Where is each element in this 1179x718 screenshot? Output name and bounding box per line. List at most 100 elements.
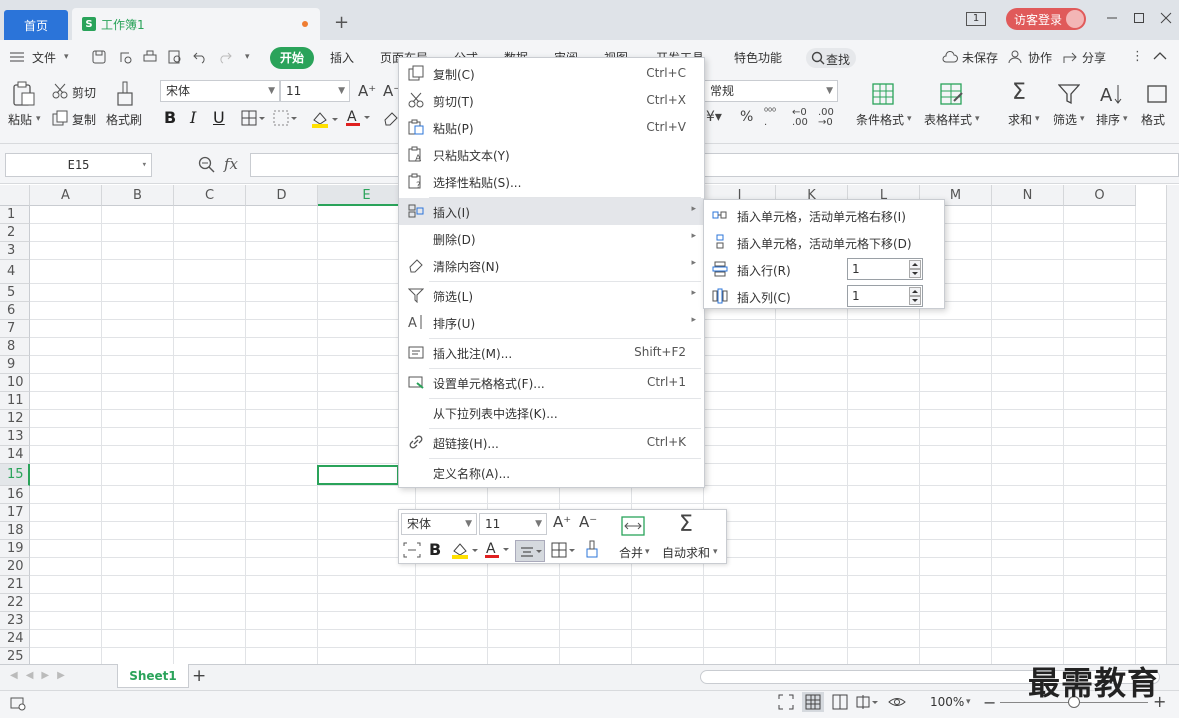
column-header-d[interactable]: D [246, 185, 318, 206]
font-color-icon[interactable]: A [346, 108, 374, 128]
menu-item-clear[interactable]: 清除内容(N) ▸ [399, 252, 704, 279]
menu-file[interactable]: 文件 [32, 49, 56, 66]
sheet-tab-sheet1[interactable]: Sheet1 [117, 664, 189, 688]
fill-color-icon[interactable] [451, 541, 479, 559]
minimize-icon[interactable] [1106, 10, 1118, 24]
save-icon[interactable] [92, 50, 106, 64]
row-header-13[interactable]: 13 [0, 428, 30, 446]
column-header-c[interactable]: C [174, 185, 246, 206]
menu-item-copy[interactable]: 复制(C) Ctrl+C [399, 60, 704, 87]
copy-button[interactable]: 复制 [72, 111, 96, 128]
quick-access-dropdown-icon[interactable]: ▾ [245, 52, 250, 62]
page-layout-icon[interactable] [832, 694, 848, 710]
menu-item-filter[interactable]: 筛选(L) ▸ [399, 282, 704, 309]
share-button[interactable]: 分享 [1082, 49, 1106, 66]
menu-start[interactable]: 开始 [270, 47, 314, 69]
number-format-select[interactable]: 常规 ▼ [704, 80, 838, 102]
row-header-15[interactable]: 15 [0, 464, 30, 486]
menu-item-format-cells[interactable]: 设置单元格格式(F)... Ctrl+1 [399, 369, 704, 396]
table-style-button[interactable]: 表格样式 [924, 111, 972, 128]
border-icon[interactable] [551, 542, 575, 558]
row-header-17[interactable]: 17 [0, 504, 30, 522]
window-count-icon[interactable]: 1 [966, 12, 986, 26]
decrease-decimal-icon[interactable]: .00 →0 [818, 108, 834, 128]
spin-buttons-icon[interactable] [909, 260, 921, 278]
select-all-corner[interactable] [0, 185, 30, 206]
tab-workbook[interactable]: S 工作簿1 [72, 8, 320, 40]
column-header-a[interactable]: A [30, 185, 102, 206]
conditional-format-button[interactable]: 条件格式 [856, 111, 904, 128]
row-header-4[interactable]: 4 [0, 260, 30, 284]
row-header-23[interactable]: 23 [0, 612, 30, 630]
menu-item-delete[interactable]: 删除(D) ▸ [399, 225, 704, 252]
format-button[interactable]: 格式 [1141, 111, 1165, 128]
menu-item-paste-special[interactable]: ? 选择性粘贴(S)... [399, 168, 704, 195]
align-center-icon[interactable] [515, 540, 545, 562]
undo-icon[interactable] [193, 50, 207, 64]
print-icon[interactable] [143, 50, 157, 64]
thousands-icon[interactable]: ⁰⁰⁰. [764, 108, 776, 128]
row-header-1[interactable]: 1 [0, 206, 30, 224]
macro-icon[interactable] [10, 695, 26, 711]
guest-login-button[interactable]: 访客登录 [1006, 8, 1086, 30]
row-header-22[interactable]: 22 [0, 594, 30, 612]
paste-button[interactable]: 粘贴 [8, 111, 32, 128]
row-header-25[interactable]: 25 [0, 648, 30, 664]
font-grow-icon[interactable]: A⁺ [358, 82, 376, 100]
menu-item-cut[interactable]: 剪切(T) Ctrl+X [399, 87, 704, 114]
row-header-21[interactable]: 21 [0, 576, 30, 594]
autosum-button[interactable]: 自动求和 [662, 544, 710, 561]
vertical-scrollbar[interactable] [1166, 185, 1179, 664]
close-icon[interactable] [1160, 10, 1172, 24]
print-preview-icon[interactable] [168, 50, 182, 64]
insert-col-count-input[interactable]: 1 [847, 285, 923, 307]
row-header-7[interactable]: 7 [0, 320, 30, 338]
font-grow-icon[interactable]: A⁺ [553, 513, 571, 531]
menu-item-sort[interactable]: A 排序(U) ▸ [399, 309, 704, 336]
menu-item-paste[interactable]: 粘贴(P) Ctrl+V [399, 114, 704, 141]
fullscreen-icon[interactable] [778, 694, 794, 710]
more-icon[interactable]: ⋮ [1131, 49, 1144, 64]
collapse-ribbon-icon[interactable] [1153, 50, 1167, 62]
menu-item-define-name[interactable]: 定义名称(A)... [399, 459, 704, 486]
row-header-20[interactable]: 20 [0, 558, 30, 576]
underline-icon[interactable]: U [213, 108, 225, 127]
insert-function-icon[interactable]: fx [224, 155, 238, 173]
active-cell-e15[interactable] [317, 465, 399, 485]
merge-button[interactable]: 合并 [619, 544, 643, 561]
export-icon[interactable] [118, 50, 132, 64]
eraser-icon[interactable] [383, 110, 399, 126]
redo-icon[interactable] [218, 50, 232, 64]
collaborate-button[interactable]: 协作 [1028, 49, 1052, 66]
eye-protection-icon[interactable] [888, 694, 906, 710]
increase-decimal-icon[interactable]: ←0.00 [792, 108, 808, 128]
menu-item-insert[interactable]: 插入(I) ▸ [399, 198, 704, 225]
sheet-nav-icon[interactable]: ◀◀▶▶ [10, 670, 73, 681]
row-header-14[interactable]: 14 [0, 446, 30, 464]
cell-style-icon[interactable] [273, 110, 297, 126]
add-sheet-button[interactable]: + [192, 666, 206, 686]
row-header-12[interactable]: 12 [0, 410, 30, 428]
row-header-11[interactable]: 11 [0, 392, 30, 410]
font-size-select[interactable]: 11 ▼ [280, 80, 350, 102]
zoom-out-icon[interactable]: − [983, 693, 996, 712]
row-header-9[interactable]: 9 [0, 356, 30, 374]
insert-row-count-input[interactable]: 1 [847, 258, 923, 280]
cut-button[interactable]: 剪切 [72, 84, 96, 101]
maximize-icon[interactable] [1133, 10, 1145, 24]
filter-button[interactable]: 筛选 [1053, 111, 1077, 128]
font-shrink-icon[interactable]: A⁻ [579, 513, 597, 531]
column-header-n[interactable]: N [992, 185, 1064, 206]
row-header-2[interactable]: 2 [0, 224, 30, 242]
border-icon[interactable] [241, 110, 265, 126]
sort-button[interactable]: 排序 [1096, 111, 1120, 128]
bold-icon[interactable]: B [429, 540, 441, 559]
search-box[interactable]: 查找 [806, 48, 856, 68]
font-color-icon[interactable]: A [485, 540, 513, 560]
new-tab-button[interactable]: + [334, 14, 349, 32]
fill-color-icon[interactable] [311, 110, 339, 128]
paste-dropdown-icon[interactable]: ▾ [36, 114, 41, 124]
tab-home[interactable]: 首页 [4, 10, 68, 40]
format-painter-icon[interactable] [585, 540, 599, 558]
row-header-18[interactable]: 18 [0, 522, 30, 540]
